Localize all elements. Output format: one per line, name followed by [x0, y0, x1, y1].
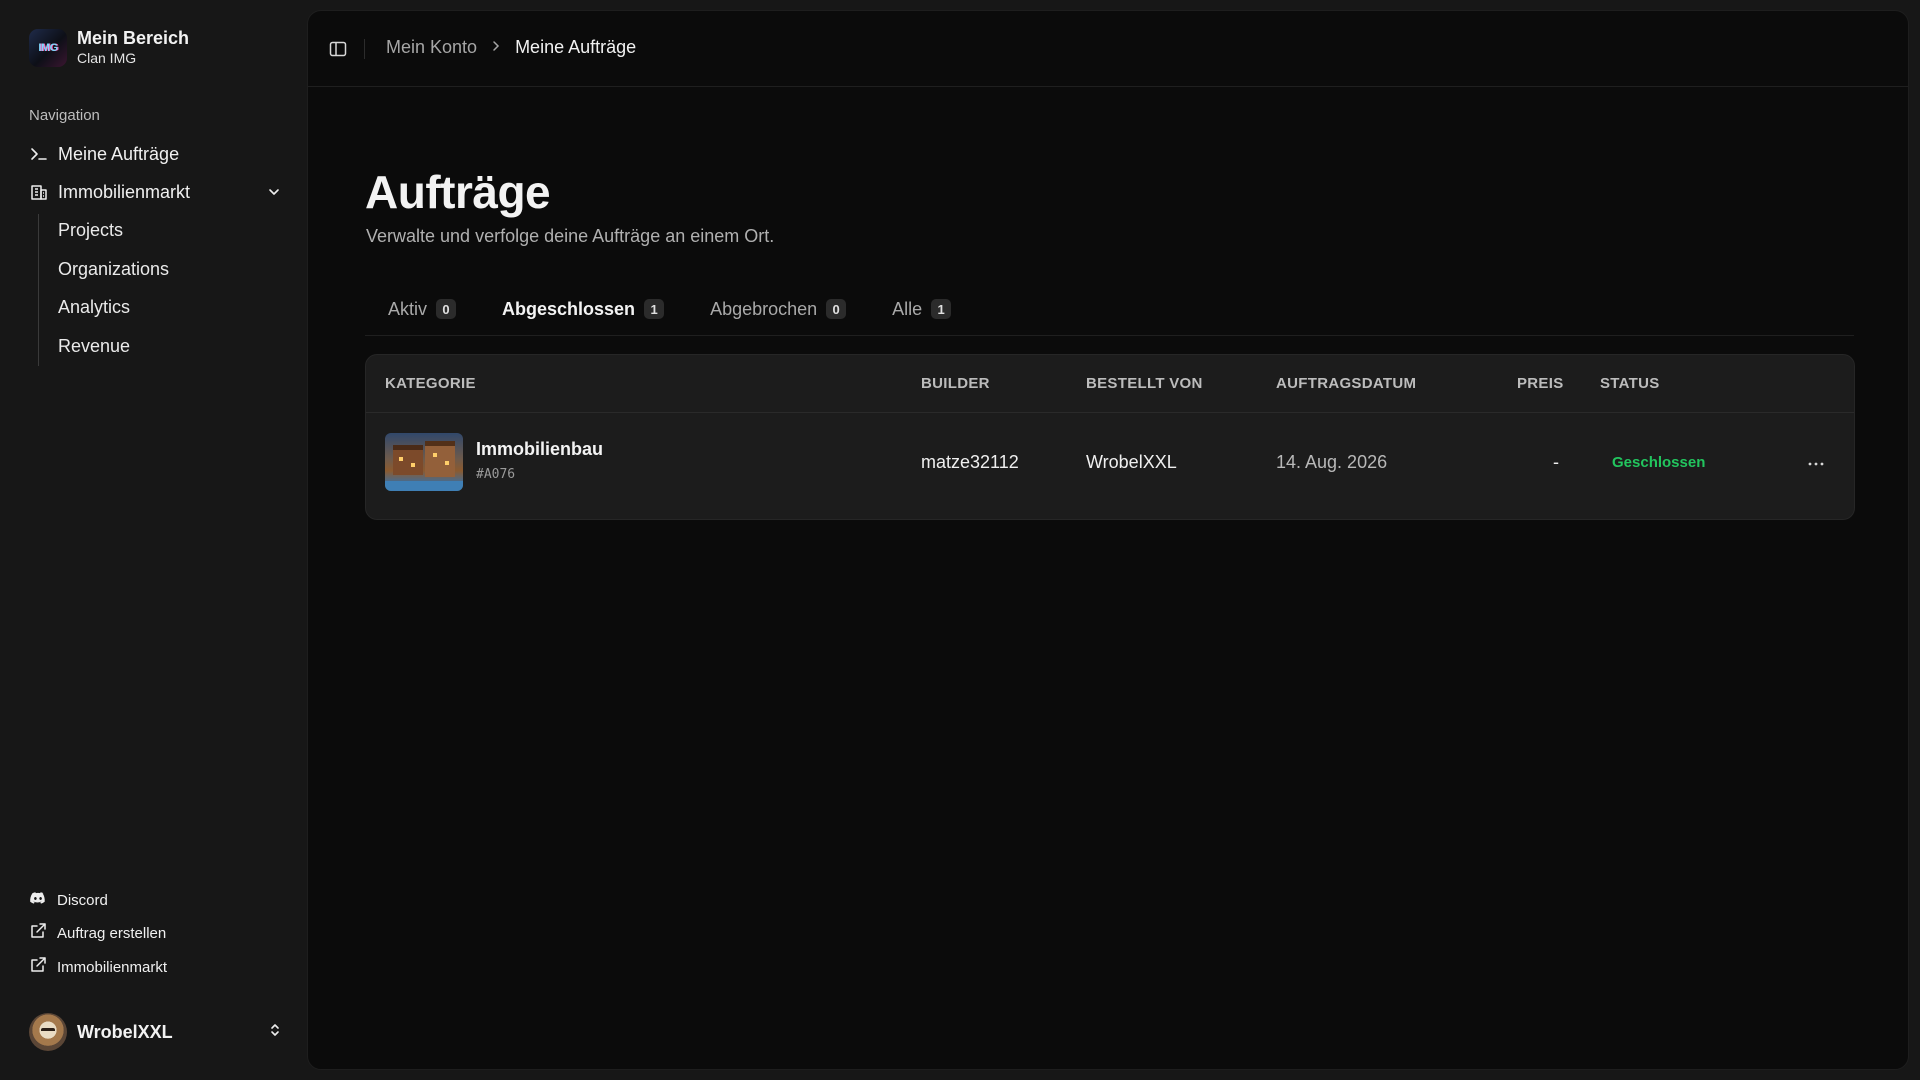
tab-count-badge: 1	[644, 299, 665, 319]
sidebar-toggle-button[interactable]	[328, 39, 348, 59]
sidebar-subitem-organizations[interactable]: Organizations	[58, 254, 169, 284]
table-header: KATEGORIE BUILDER BESTELLT VON AUFTRAGSD…	[366, 355, 1854, 413]
column-header-preis: PREIS	[1517, 375, 1564, 392]
sidebar-item-immobilienmarkt[interactable]: Immobilienmarkt	[29, 177, 283, 207]
footer-link-label: Auftrag erstellen	[57, 924, 167, 942]
workspace-title: Mein Bereich	[77, 28, 190, 48]
workspace-info: Mein Bereich Clan IMG	[77, 28, 189, 67]
tab-label: Alle	[892, 298, 923, 319]
breadcrumb: Mein Konto Meine Aufträge	[386, 37, 636, 58]
sidebar-subitem-analytics[interactable]: Analytics	[58, 292, 130, 322]
tab-aktiv[interactable]: Aktiv 0	[365, 291, 479, 321]
tab-label: Aktiv	[388, 298, 428, 319]
page-subtitle: Verwalte und verfolge deine Aufträge an …	[366, 226, 775, 246]
tab-count-badge: 0	[826, 299, 847, 319]
user-menu[interactable]: WrobelXXL	[29, 1013, 283, 1051]
topbar-divider	[364, 39, 365, 59]
order-builder: matze32112	[921, 452, 1019, 472]
footer-link-immobilienmarkt[interactable]: Immobilienmarkt	[29, 955, 167, 979]
chevron-down-icon[interactable]	[264, 183, 283, 202]
terminal-icon	[29, 145, 48, 164]
tab-label: Abgeschlossen	[502, 298, 636, 319]
chevron-right-icon	[489, 37, 503, 58]
workspace-subtitle: Clan IMG	[77, 50, 137, 66]
clan-logo: IMG	[29, 28, 67, 67]
avatar	[29, 1013, 67, 1051]
footer-link-label: Discord	[57, 891, 108, 909]
topbar: Mein Konto Meine Aufträge	[308, 11, 1908, 87]
building-icon	[29, 183, 48, 202]
main-panel: Mein Konto Meine Aufträge Aufträge Verwa…	[307, 10, 1909, 1070]
chevrons-up-down-icon	[267, 1022, 283, 1043]
orders-table: KATEGORIE BUILDER BESTELLT VON AUFTRAGSD…	[365, 354, 1855, 520]
sidebar-subitem-projects[interactable]: Projects	[58, 215, 123, 245]
column-header-status: STATUS	[1600, 375, 1660, 392]
column-header-auftragsdatum: AUFTRAGSDATUM	[1276, 375, 1417, 392]
table-row[interactable]: Immobilienbau #A076 matze32112 WrobelXXL…	[366, 414, 1854, 519]
order-price: -	[1553, 452, 1559, 472]
tab-abgebrochen[interactable]: Abgebrochen 0	[687, 291, 869, 321]
column-header-builder: BUILDER	[921, 375, 990, 392]
workspace-switcher[interactable]: IMG Mein Bereich Clan IMG	[29, 28, 189, 67]
nav-group-label: Navigation	[29, 107, 100, 124]
sidebar-item-label: Meine Aufträge	[58, 143, 180, 164]
order-date: 14. Aug. 2026	[1276, 452, 1388, 472]
breadcrumb-current: Meine Aufträge	[515, 37, 637, 57]
tab-abgeschlossen[interactable]: Abgeschlossen 1	[479, 291, 687, 321]
order-thumbnail	[385, 433, 463, 491]
submenu-guide-line	[38, 214, 39, 366]
external-link-icon	[29, 956, 47, 978]
sidebar: IMG Mein Bereich Clan IMG Navigation Mei…	[0, 0, 306, 1080]
external-link-icon	[29, 922, 47, 944]
row-actions-button[interactable]	[1804, 452, 1828, 476]
column-header-kategorie: KATEGORIE	[385, 375, 476, 392]
page-title: Aufträge	[365, 166, 551, 218]
tab-alle[interactable]: Alle 1	[869, 291, 974, 321]
order-tabs: Aktiv 0 Abgeschlossen 1 Abgebrochen 0 Al…	[365, 291, 1854, 336]
more-horizontal-icon	[1808, 462, 1824, 466]
footer-link-label: Immobilienmarkt	[57, 958, 168, 976]
status-badge: Geschlossen	[1612, 454, 1706, 471]
footer-link-auftrag-erstellen[interactable]: Auftrag erstellen	[29, 921, 166, 945]
order-ordered-by: WrobelXXL	[1086, 452, 1177, 472]
column-header-bestellt-von: BESTELLT VON	[1086, 375, 1203, 392]
tab-count-badge: 1	[931, 299, 952, 319]
tab-label: Abgebrochen	[710, 298, 818, 319]
sidebar-item-meine-auftraege[interactable]: Meine Aufträge	[29, 139, 283, 169]
order-id: #A076	[476, 467, 516, 482]
footer-link-discord[interactable]: Discord	[29, 888, 108, 912]
panel-left-icon	[329, 41, 347, 57]
breadcrumb-parent[interactable]: Mein Konto	[386, 37, 477, 58]
user-name: WrobelXXL	[77, 1021, 173, 1042]
discord-icon	[29, 889, 47, 911]
order-category: Immobilienbau	[476, 439, 604, 459]
sidebar-item-label: Immobilienmarkt	[58, 181, 191, 202]
sidebar-subitem-revenue[interactable]: Revenue	[58, 331, 130, 361]
tab-count-badge: 0	[436, 299, 457, 319]
